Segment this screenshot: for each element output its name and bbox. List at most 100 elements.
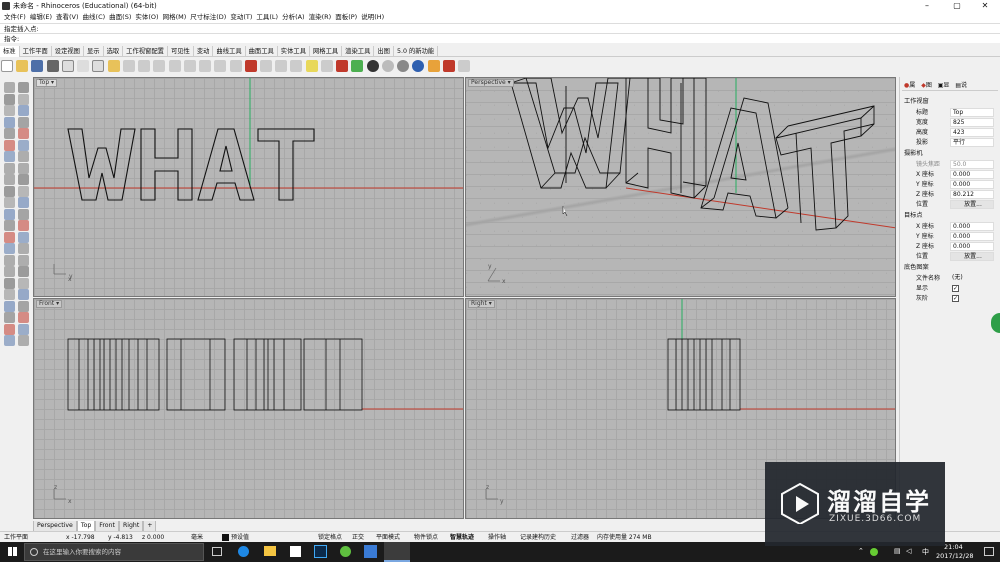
tool-icon-7-1[interactable] [18, 162, 29, 174]
edge-browser-icon[interactable] [238, 546, 249, 557]
import-icon[interactable] [61, 60, 74, 72]
menu-item-11[interactable]: 渲染(R) [309, 12, 332, 23]
undo-view-icon[interactable] [229, 60, 242, 72]
layer-icon[interactable] [336, 60, 349, 72]
camera-place-button[interactable]: 放置... [950, 200, 994, 209]
menu-item-10[interactable]: 分析(A) [282, 12, 305, 23]
object-snap-icon[interactable] [458, 60, 471, 72]
store-icon[interactable] [290, 546, 301, 557]
tool-icon-16-0[interactable] [4, 266, 15, 277]
tray-app-icon[interactable] [870, 548, 878, 556]
tool-icon-18-1[interactable] [18, 289, 29, 300]
floating-helper-icon[interactable] [991, 313, 1000, 333]
command-prompt[interactable]: 指令: [0, 33, 1000, 43]
projection-select[interactable]: 平行 [950, 138, 994, 147]
tool-icon-22-0[interactable] [4, 335, 15, 346]
toolbar-tab-3[interactable]: 显示 [84, 46, 104, 57]
notification-icon[interactable] [984, 547, 994, 556]
options-icon[interactable] [442, 60, 455, 72]
clock-time[interactable]: 21:04 [944, 543, 963, 551]
menu-item-1[interactable]: 编辑(E) [30, 12, 52, 23]
open-folder-icon[interactable] [16, 60, 29, 72]
close-button[interactable]: ✕ [970, 0, 1000, 12]
windows-start-icon[interactable] [8, 547, 17, 556]
save-icon[interactable] [31, 60, 44, 72]
target-place-button[interactable]: 放置... [950, 252, 994, 261]
toolbar-tab-7[interactable]: 变动 [194, 46, 214, 57]
tool-icon-0-1[interactable] [18, 82, 29, 93]
clock-date[interactable]: 2017/12/28 [936, 552, 973, 560]
color-wheel-icon[interactable] [351, 60, 364, 72]
render-icon[interactable] [412, 60, 425, 72]
tool-icon-19-0[interactable] [4, 300, 15, 312]
tool-icon-1-1[interactable] [18, 93, 29, 105]
width-field[interactable]: 825 [950, 118, 994, 127]
file-explorer-icon[interactable] [264, 546, 276, 556]
shaded-sphere-icon[interactable] [366, 60, 379, 72]
target-z-field[interactable]: 0.000 [950, 242, 994, 251]
menu-item-6[interactable]: 网格(M) [163, 12, 187, 23]
tool-icon-19-1[interactable] [18, 300, 29, 312]
tool-icon-15-0[interactable] [4, 254, 15, 266]
tray-chevron-icon[interactable]: ⌃ [858, 547, 864, 555]
menu-item-3[interactable]: 曲线(C) [83, 12, 106, 23]
tool-icon-8-1[interactable] [18, 174, 29, 185]
target-x-field[interactable]: 0.000 [950, 222, 994, 231]
taskbar-search-box[interactable]: 在这里输入你要搜索的内容 [24, 543, 204, 561]
light-bulb-icon[interactable] [305, 60, 318, 72]
camera-y-field[interactable]: 0.000 [950, 180, 994, 189]
zoom-extents-icon[interactable] [199, 60, 212, 72]
tool-icon-10-1[interactable] [18, 197, 29, 208]
tool-icon-9-0[interactable] [4, 185, 15, 197]
grid-snap-icon[interactable] [290, 60, 303, 72]
tool-icon-22-1[interactable] [18, 335, 29, 346]
tool-icon-14-0[interactable] [4, 243, 15, 254]
zoom-selected-icon[interactable] [214, 60, 227, 72]
tool-icon-13-0[interactable] [4, 231, 15, 243]
viewport-perspective[interactable]: y x Perspective ▾ [465, 77, 896, 297]
title-field[interactable]: Top [950, 108, 994, 117]
tool-icon-14-1[interactable] [18, 243, 29, 254]
show-checkbox[interactable]: ✓ [952, 285, 959, 292]
menu-item-7[interactable]: 尺寸标注(D) [190, 12, 226, 23]
pan-hand-icon[interactable] [138, 60, 151, 72]
toolbar-tab-13[interactable]: 出图 [374, 46, 394, 57]
tools-icon[interactable] [427, 60, 440, 72]
tool-icon-21-1[interactable] [18, 323, 29, 335]
tool-icon-8-0[interactable] [4, 174, 15, 185]
zoom-icon[interactable] [168, 60, 181, 72]
toolbar-tab-1[interactable]: 工作平面 [20, 46, 52, 57]
toolbar-tab-11[interactable]: 网格工具 [310, 46, 343, 57]
toolbar-tab-8[interactable]: 曲线工具 [213, 46, 246, 57]
menu-item-0[interactable]: 文件(F) [4, 12, 26, 23]
copy-icon[interactable] [92, 60, 105, 72]
material-sphere-icon[interactable] [397, 60, 410, 72]
tool-icon-6-0[interactable] [4, 151, 15, 162]
tool-icon-16-1[interactable] [18, 266, 29, 277]
tool-icon-6-1[interactable] [18, 151, 29, 162]
ime-icon[interactable]: 中 [922, 547, 929, 557]
blue-app-icon[interactable] [364, 545, 377, 558]
panel-tab-properties[interactable]: 属 [909, 82, 915, 89]
grayscale-checkbox[interactable]: ✓ [952, 295, 959, 302]
paste-icon[interactable] [107, 60, 120, 72]
toolbar-tab-9[interactable]: 曲面工具 [246, 46, 278, 57]
undo-icon[interactable] [122, 60, 135, 72]
tool-icon-21-0[interactable] [4, 323, 15, 335]
tool-icon-12-0[interactable] [4, 220, 15, 231]
tool-icon-2-0[interactable] [4, 105, 15, 116]
menu-item-4[interactable]: 曲面(S) [109, 12, 131, 23]
tool-icon-9-1[interactable] [18, 185, 29, 197]
rendered-sphere-icon[interactable] [381, 60, 394, 72]
cut-icon[interactable] [77, 60, 90, 72]
menu-item-8[interactable]: 变动(T) [230, 12, 252, 23]
new-file-icon[interactable] [1, 60, 13, 72]
toolbar-tab-10[interactable]: 实体工具 [278, 46, 310, 57]
toolbar-tab-0[interactable]: 标准 [0, 46, 20, 57]
height-field[interactable]: 423 [950, 128, 994, 137]
tool-icon-0-0[interactable] [4, 82, 15, 93]
tool-icon-18-0[interactable] [4, 289, 15, 300]
viewport-label-front[interactable]: Front ▾ [36, 300, 63, 308]
tool-icon-11-1[interactable] [18, 208, 29, 220]
task-view-icon[interactable] [212, 547, 222, 556]
